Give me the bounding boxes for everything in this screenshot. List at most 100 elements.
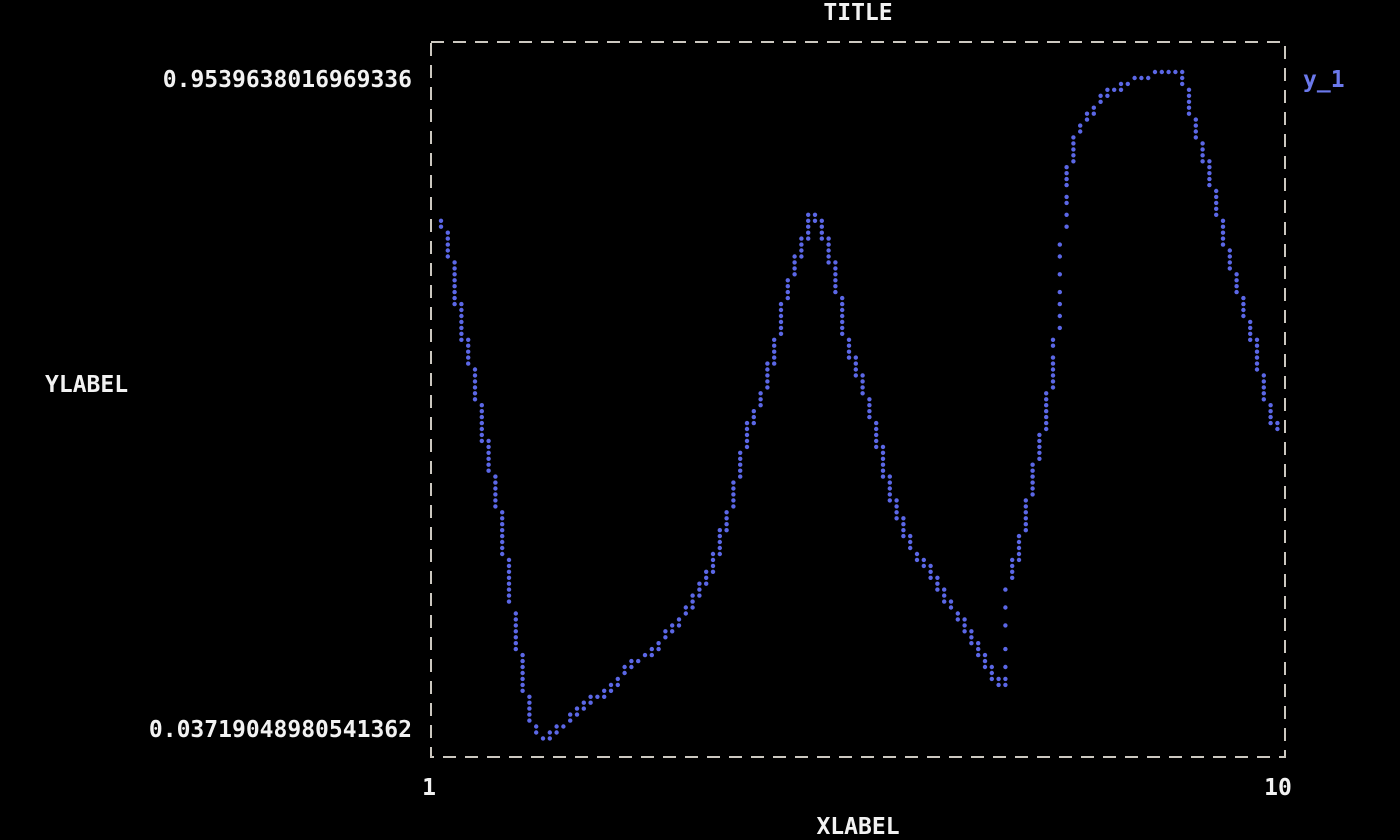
data-dot: [1180, 76, 1184, 80]
data-dot: [1200, 147, 1204, 151]
data-dot: [1064, 177, 1068, 181]
data-dot: [520, 659, 524, 663]
data-dot: [813, 213, 817, 217]
data-dot: [1132, 76, 1136, 80]
data-dot: [1262, 397, 1266, 401]
data-dot: [949, 599, 953, 603]
data-dot: [772, 350, 776, 354]
data-dot: [575, 706, 579, 710]
data-dot: [881, 463, 885, 467]
data-dot: [799, 248, 803, 252]
data-dot: [840, 314, 844, 318]
data-dot: [452, 284, 456, 288]
data-dot: [1241, 308, 1245, 312]
data-dot: [962, 629, 966, 633]
data-dot: [806, 231, 810, 235]
data-dot: [1092, 112, 1096, 116]
data-dot: [480, 415, 484, 419]
data-dot: [514, 629, 518, 633]
data-dot: [996, 683, 1000, 687]
data-dot: [486, 445, 490, 449]
data-dot: [1234, 278, 1238, 282]
data-dot: [629, 659, 633, 663]
data-dot: [1085, 112, 1089, 116]
data-dot: [1024, 516, 1028, 520]
data-dot: [826, 260, 830, 264]
data-dot: [575, 712, 579, 716]
data-dot: [874, 427, 878, 431]
data-dot: [874, 445, 878, 449]
data-dot: [724, 528, 728, 532]
data-dot: [677, 623, 681, 627]
data-dot: [1194, 117, 1198, 121]
data-dot: [452, 296, 456, 300]
data-dot: [765, 367, 769, 371]
data-dot: [901, 534, 905, 538]
x-axis-min-tick: 1: [389, 775, 469, 801]
data-dot: [894, 498, 898, 502]
data-dot: [806, 213, 810, 217]
data-dot: [996, 677, 1000, 681]
data-dot: [1030, 486, 1034, 490]
data-dot: [459, 338, 463, 342]
data-dot: [731, 504, 735, 508]
data-dot: [1275, 421, 1279, 425]
data-dot: [860, 385, 864, 389]
data-dot: [854, 355, 858, 359]
data-dot: [684, 605, 688, 609]
data-dot: [833, 272, 837, 276]
data-dot: [1003, 605, 1007, 609]
data-dot: [466, 338, 470, 342]
data-dot: [439, 225, 443, 229]
data-dot: [466, 361, 470, 365]
data-dot: [1044, 391, 1048, 395]
data-dot: [1173, 70, 1177, 74]
data-dot: [840, 302, 844, 306]
data-dot: [1234, 284, 1238, 288]
data-dot: [650, 653, 654, 657]
data-dot: [616, 677, 620, 681]
data-dot: [439, 219, 443, 223]
data-dot: [745, 433, 749, 437]
data-dot: [1003, 665, 1007, 669]
data-dot: [1119, 88, 1123, 92]
data-dot: [758, 397, 762, 401]
data-dot: [1105, 94, 1109, 98]
data-dot: [446, 236, 450, 240]
data-dot: [1064, 165, 1068, 169]
data-dot: [915, 558, 919, 562]
data-dot: [1228, 248, 1232, 252]
data-dot: [718, 546, 722, 550]
data-dot: [847, 355, 851, 359]
data-dot: [1044, 409, 1048, 413]
data-dot: [622, 671, 626, 675]
data-dot: [826, 248, 830, 252]
data-dot: [847, 344, 851, 348]
data-dot: [724, 516, 728, 520]
data-dot: [473, 397, 477, 401]
data-dot: [554, 730, 558, 734]
data-dot: [772, 338, 776, 342]
data-dot: [874, 421, 878, 425]
data-dot: [486, 457, 490, 461]
data-dot: [956, 611, 960, 615]
data-dot: [493, 486, 497, 490]
data-dot: [500, 516, 504, 520]
data-dot: [731, 498, 735, 502]
data-dot: [976, 647, 980, 651]
data-dots-group: [439, 70, 1280, 741]
data-dot: [446, 248, 450, 252]
data-dot: [969, 641, 973, 645]
data-dot: [894, 504, 898, 508]
data-dot: [969, 635, 973, 639]
x-axis-label: XLABEL: [431, 814, 1285, 840]
data-dot: [1248, 326, 1252, 330]
data-dot: [1207, 183, 1211, 187]
data-dot: [799, 236, 803, 240]
data-dot: [473, 379, 477, 383]
data-dot: [956, 617, 960, 621]
data-dot: [1255, 355, 1259, 359]
data-dot: [663, 629, 667, 633]
data-dot: [500, 534, 504, 538]
data-dot: [466, 350, 470, 354]
